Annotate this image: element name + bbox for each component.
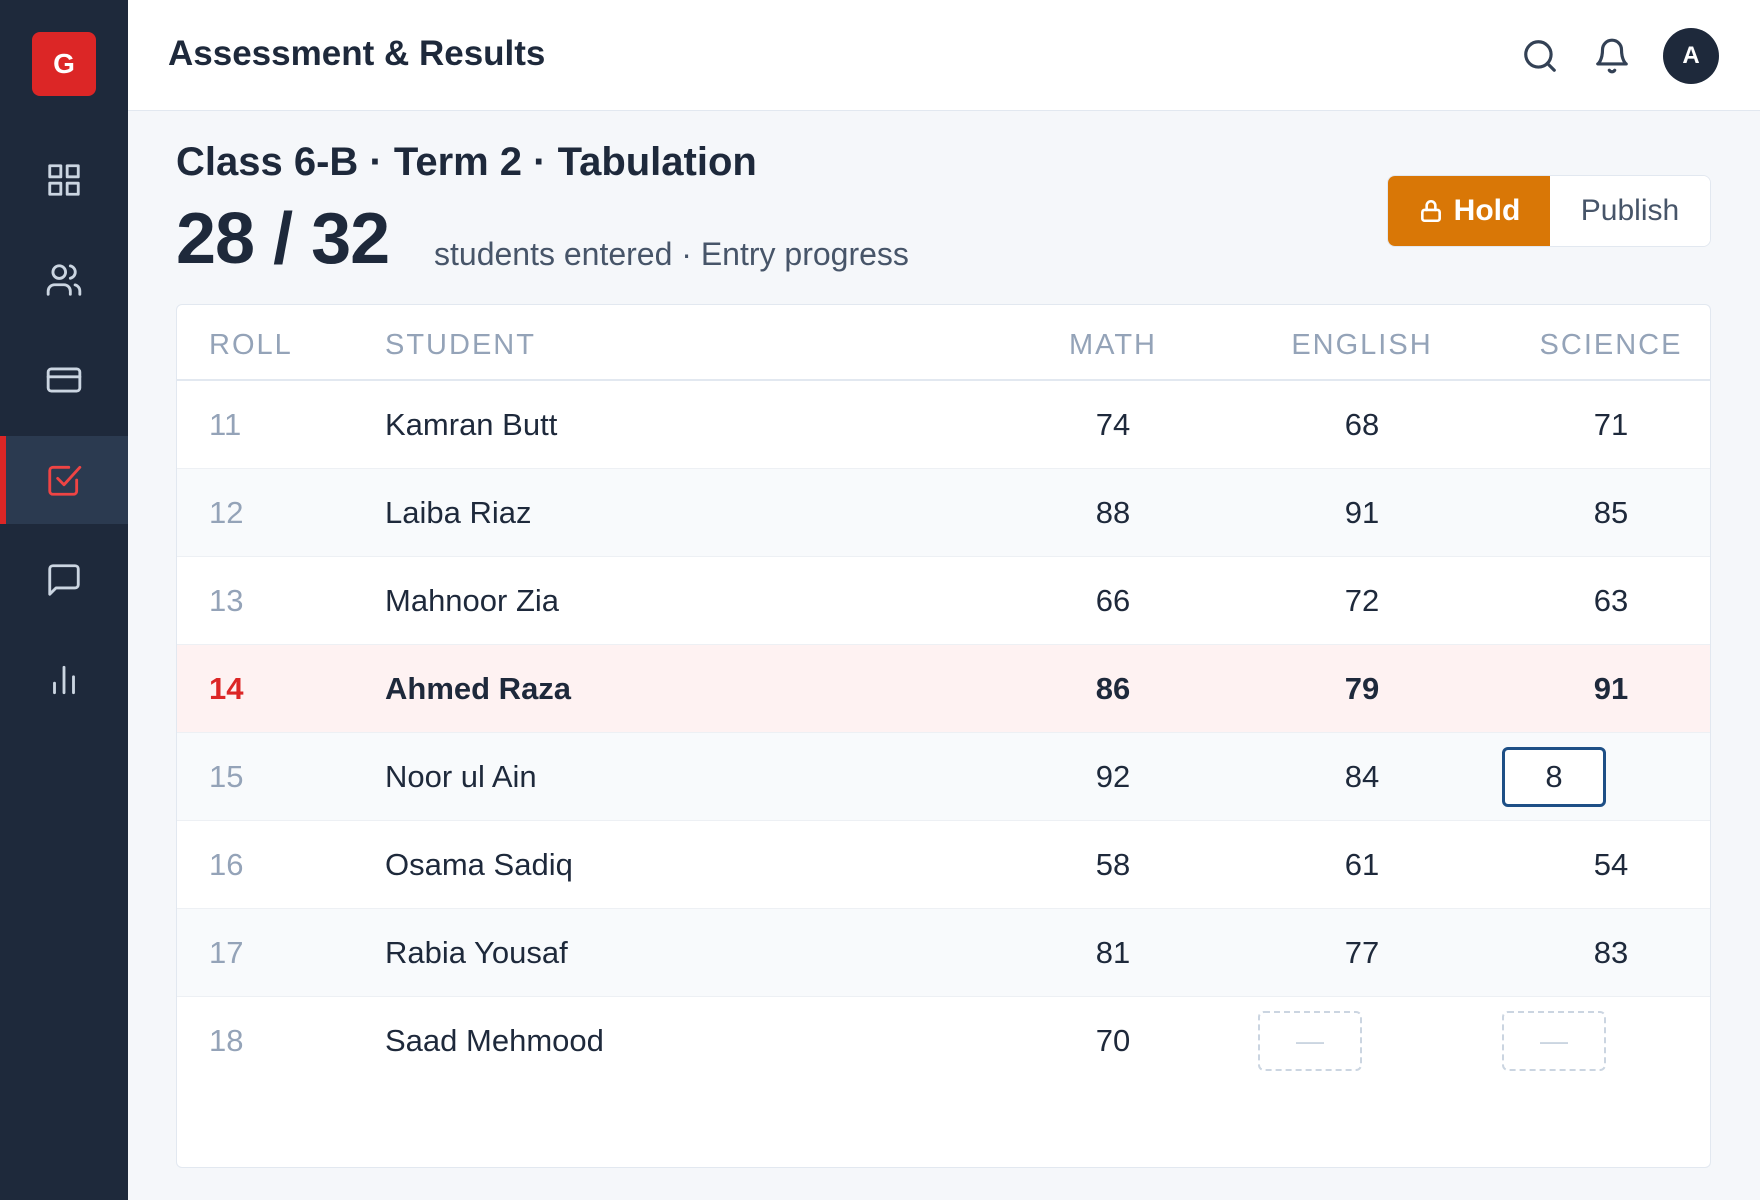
hold-label: Hold xyxy=(1453,194,1521,227)
roll-cell: 15 xyxy=(209,759,244,794)
grid-icon xyxy=(48,164,80,196)
science-score-empty[interactable]: — xyxy=(1502,1011,1606,1071)
student-cell: Osama Sadiq xyxy=(385,847,573,882)
math-score[interactable]: 66 xyxy=(1053,583,1173,619)
table-header: ROLL STUDENT MATH ENGLISH SCIENCE xyxy=(177,305,1710,381)
sidebar-item-messages[interactable] xyxy=(0,536,128,624)
roll-cell: 17 xyxy=(209,935,244,970)
chat-icon xyxy=(48,564,80,596)
student-cell: Laiba Riaz xyxy=(385,495,532,530)
student-cell: Kamran Butt xyxy=(385,407,558,442)
entry-caption: students entered · Entry progress xyxy=(434,236,909,272)
app-root: G Assessment & Results A Class 6-B · Ter… xyxy=(0,0,1760,1200)
english-score[interactable]: 68 xyxy=(1302,407,1422,443)
science-score[interactable]: 85 xyxy=(1551,495,1671,531)
english-score[interactable]: 72 xyxy=(1302,583,1422,619)
credit-card-icon xyxy=(46,367,82,393)
roll-cell: 12 xyxy=(209,495,244,530)
publish-button[interactable]: Publish xyxy=(1550,176,1710,246)
search-icon xyxy=(1524,40,1556,72)
checkbox-icon xyxy=(48,465,82,496)
student-cell: Mahnoor Zia xyxy=(385,583,560,618)
app-title: Assessment & Results xyxy=(168,34,546,73)
lock-icon xyxy=(1420,199,1441,223)
student-cell: Saad Mehmood xyxy=(385,1023,604,1058)
english-score[interactable]: 77 xyxy=(1302,935,1422,971)
table-row[interactable]: 16 Osama Sadiq 58 61 54 xyxy=(177,821,1710,909)
search-button[interactable] xyxy=(1518,34,1562,78)
table-row[interactable]: 12 Laiba Riaz 88 91 85 xyxy=(177,469,1710,557)
sidebar: G xyxy=(0,0,128,1200)
roll-cell: 14 xyxy=(209,671,244,706)
table-row[interactable]: 13 Mahnoor Zia 66 72 63 xyxy=(177,557,1710,645)
english-score[interactable]: 61 xyxy=(1302,847,1422,883)
table-row[interactable]: 17 Rabia Yousaf 81 77 83 xyxy=(177,909,1710,997)
science-score-input[interactable] xyxy=(1502,747,1606,807)
column-roll[interactable]: ROLL xyxy=(209,329,293,362)
users-icon xyxy=(46,264,82,296)
english-score[interactable]: 91 xyxy=(1302,495,1422,531)
student-cell: Rabia Yousaf xyxy=(385,935,568,970)
student-cell: Noor ul Ain xyxy=(385,759,537,794)
bell-icon xyxy=(1596,38,1628,74)
topbar: Assessment & Results A xyxy=(128,0,1760,111)
sidebar-item-reports[interactable] xyxy=(0,636,128,724)
science-score[interactable]: 54 xyxy=(1551,847,1671,883)
science-score[interactable]: 91 xyxy=(1551,671,1671,707)
math-score[interactable]: 86 xyxy=(1053,671,1173,707)
avatar[interactable]: A xyxy=(1663,28,1719,84)
table-row[interactable]: 15 Noor ul Ain 92 84 xyxy=(177,733,1710,821)
english-score[interactable]: 79 xyxy=(1302,671,1422,707)
english-score[interactable]: 84 xyxy=(1302,759,1422,795)
sidebar-item-assessment[interactable] xyxy=(0,436,128,524)
column-student[interactable]: STUDENT xyxy=(385,329,536,362)
roll-cell: 18 xyxy=(209,1023,244,1058)
table-row[interactable]: 18 Saad Mehmood 70 — — xyxy=(177,997,1710,1085)
roll-cell: 16 xyxy=(209,847,244,882)
math-score[interactable]: 58 xyxy=(1053,847,1173,883)
student-cell: Ahmed Raza xyxy=(385,671,572,706)
marks-table: ROLL STUDENT MATH ENGLISH SCIENCE 11 Kam… xyxy=(176,304,1711,1168)
bar-chart-icon xyxy=(53,665,75,695)
hold-publish-toggle: Hold Publish xyxy=(1387,175,1711,247)
math-score[interactable]: 70 xyxy=(1053,1023,1173,1059)
sidebar-item-fees[interactable] xyxy=(0,336,128,424)
table-row[interactable]: 11 Kamran Butt 74 68 71 xyxy=(177,381,1710,469)
math-score[interactable]: 81 xyxy=(1053,935,1173,971)
math-score[interactable]: 74 xyxy=(1053,407,1173,443)
math-score[interactable]: 92 xyxy=(1053,759,1173,795)
english-score-empty[interactable]: — xyxy=(1258,1011,1362,1071)
math-score[interactable]: 88 xyxy=(1053,495,1173,531)
hold-button[interactable]: Hold xyxy=(1388,176,1550,246)
roll-cell: 11 xyxy=(209,407,242,442)
roll-cell: 13 xyxy=(209,583,244,618)
sidebar-item-students[interactable] xyxy=(0,236,128,324)
column-math[interactable]: MATH xyxy=(1009,329,1217,362)
column-science[interactable]: SCIENCE xyxy=(1507,329,1710,362)
column-english[interactable]: ENGLISH xyxy=(1258,329,1466,362)
sidebar-item-dashboard[interactable] xyxy=(0,136,128,224)
science-score[interactable]: 63 xyxy=(1551,583,1671,619)
page-title: Class 6-B · Term 2 · Tabulation xyxy=(176,140,757,184)
app-logo[interactable]: G xyxy=(32,32,96,96)
entry-count: 28 / 32 xyxy=(176,199,390,279)
science-score[interactable]: 83 xyxy=(1551,935,1671,971)
science-score[interactable]: 71 xyxy=(1551,407,1671,443)
notifications-button[interactable] xyxy=(1590,34,1634,78)
table-row-highlighted[interactable]: 14 Ahmed Raza 86 79 91 xyxy=(177,645,1710,733)
